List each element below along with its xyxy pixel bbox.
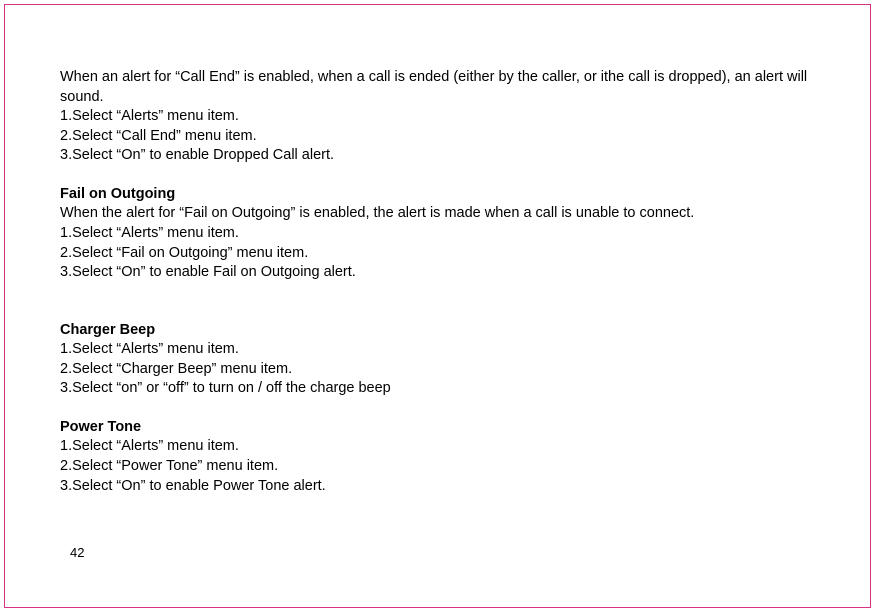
step-3: 3.Select “on” or “off” to turn on / off … bbox=[60, 379, 825, 399]
section-power-tone: Power Tone 1.Select “Alerts” menu item. … bbox=[60, 418, 825, 496]
step-2: 2.Select “Charger Beep” menu item. bbox=[60, 360, 825, 380]
section-fail-on-outgoing: Fail on Outgoing When the alert for “Fai… bbox=[60, 185, 825, 283]
document-content: When an alert for “Call End” is enabled,… bbox=[60, 68, 825, 496]
step-2: 2.Select “Call End” menu item. bbox=[60, 127, 825, 147]
section-call-end: When an alert for “Call End” is enabled,… bbox=[60, 68, 825, 166]
step-1: 1.Select “Alerts” menu item. bbox=[60, 107, 825, 127]
page-number: 42 bbox=[70, 545, 84, 560]
step-2: 2.Select “Power Tone” menu item. bbox=[60, 457, 825, 477]
step-2: 2.Select “Fail on Outgoing” menu item. bbox=[60, 244, 825, 264]
step-1: 1.Select “Alerts” menu item. bbox=[60, 340, 825, 360]
step-1: 1.Select “Alerts” menu item. bbox=[60, 224, 825, 244]
step-3: 3.Select “On” to enable Dropped Call ale… bbox=[60, 146, 825, 166]
heading-fail-on-outgoing: Fail on Outgoing bbox=[60, 185, 825, 205]
heading-charger-beep: Charger Beep bbox=[60, 321, 825, 341]
paragraph: When the alert for “Fail on Outgoing” is… bbox=[60, 204, 825, 224]
heading-power-tone: Power Tone bbox=[60, 418, 825, 438]
step-3: 3.Select “On” to enable Power Tone alert… bbox=[60, 477, 825, 497]
paragraph: When an alert for “Call End” is enabled,… bbox=[60, 68, 825, 107]
step-3: 3.Select “On” to enable Fail on Outgoing… bbox=[60, 263, 825, 283]
section-charger-beep: Charger Beep 1.Select “Alerts” menu item… bbox=[60, 321, 825, 399]
step-1: 1.Select “Alerts” menu item. bbox=[60, 437, 825, 457]
